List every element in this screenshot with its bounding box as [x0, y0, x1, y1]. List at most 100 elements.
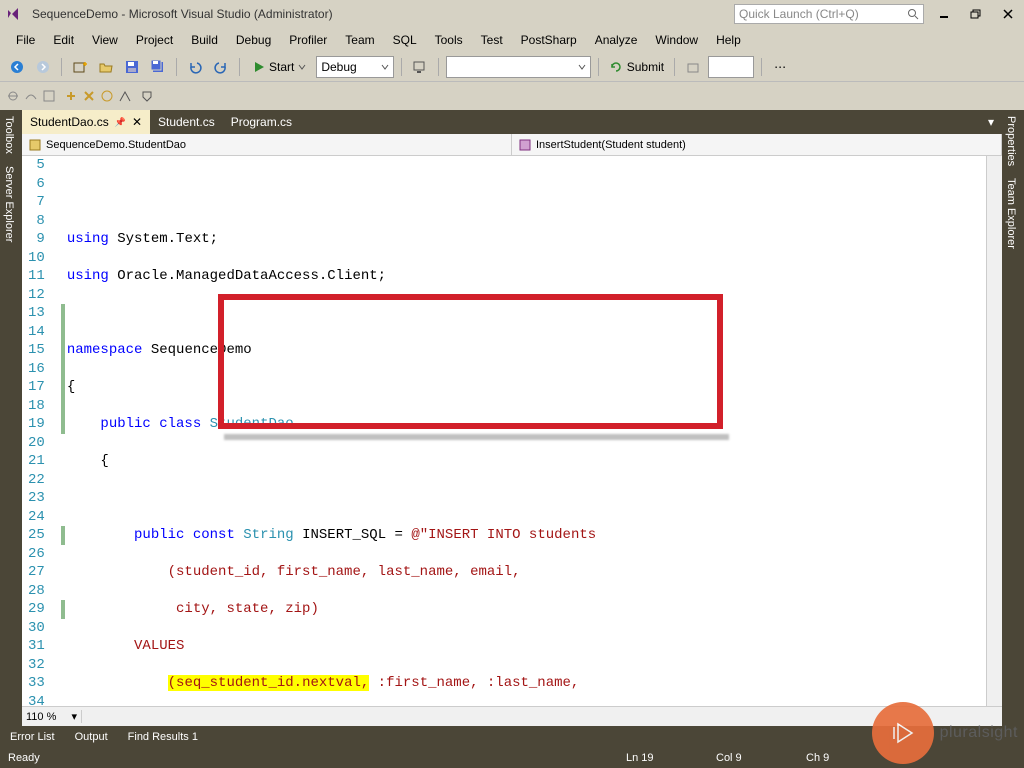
menu-profiler[interactable]: Profiler — [281, 31, 335, 49]
line-number: 20 — [28, 434, 45, 453]
menu-debug[interactable]: Debug — [228, 31, 279, 49]
start-button[interactable]: Start — [247, 56, 312, 78]
member-scope-dropdown[interactable]: InsertStudent(Student student) — [512, 134, 1002, 155]
chevron-down-icon — [578, 63, 586, 71]
line-number: 30 — [28, 619, 45, 638]
t2-btn-4[interactable] — [64, 89, 78, 103]
menu-test[interactable]: Test — [473, 31, 511, 49]
zoom-dropdown[interactable]: 110 % ▾ — [22, 710, 82, 723]
save-all-button[interactable] — [147, 56, 169, 78]
open-file-button[interactable] — [95, 56, 117, 78]
nav-back-button[interactable] — [6, 56, 28, 78]
nav-fwd-button[interactable] — [32, 56, 54, 78]
member-scope-label: InsertStudent(Student student) — [536, 139, 686, 151]
line-number: 12 — [28, 286, 45, 305]
t2-btn-8[interactable] — [140, 89, 154, 103]
refresh-icon — [609, 60, 623, 74]
line-number: 15 — [28, 341, 45, 360]
tab-studentdao-cs[interactable]: StudentDao.cs 📌 ✕ — [22, 110, 150, 134]
line-number: 16 — [28, 360, 45, 379]
code-editor[interactable]: using System.Text; using Oracle.ManagedD… — [63, 156, 986, 706]
sidebar-server-explorer[interactable]: Server Explorer — [0, 160, 18, 248]
pluralsight-play-icon — [872, 702, 934, 764]
minimize-button[interactable] — [932, 4, 956, 24]
chevron-down-icon — [298, 63, 306, 71]
menu-build[interactable]: Build — [183, 31, 226, 49]
redo-button[interactable] — [210, 56, 232, 78]
line-number: 31 — [28, 637, 45, 656]
menu-view[interactable]: View — [84, 31, 126, 49]
line-number: 26 — [28, 545, 45, 564]
window-title: SequenceDemo - Microsoft Visual Studio (… — [32, 7, 333, 21]
bottom-tab-error-list[interactable]: Error List — [0, 728, 65, 746]
menu-team[interactable]: Team — [337, 31, 382, 49]
tab-program-cs[interactable]: Program.cs — [223, 110, 300, 134]
pin-icon: 📌 — [115, 117, 126, 128]
highlight-box-shadow — [224, 434, 729, 440]
scope-input[interactable] — [708, 56, 754, 78]
sidebar-team-explorer[interactable]: Team Explorer — [1002, 172, 1020, 255]
t2-btn-3[interactable] — [42, 89, 56, 103]
start-label: Start — [269, 60, 294, 74]
pluralsight-label: pluralsight — [940, 724, 1018, 742]
tab-student-cs[interactable]: Student.cs — [150, 110, 223, 134]
sidebar-toolbox[interactable]: Toolbox — [0, 110, 18, 160]
menu-sql[interactable]: SQL — [385, 31, 425, 49]
play-icon — [253, 61, 265, 73]
submit-button[interactable]: Submit — [606, 56, 667, 78]
sidebar-properties[interactable]: Properties — [1002, 110, 1020, 172]
quick-launch-input[interactable]: Quick Launch (Ctrl+Q) — [734, 4, 924, 24]
chevron-down-icon — [381, 63, 389, 71]
menu-project[interactable]: Project — [128, 31, 181, 49]
tab-label: Student.cs — [158, 115, 215, 129]
line-number: 19 — [28, 415, 45, 434]
menu-tools[interactable]: Tools — [427, 31, 471, 49]
status-col: Col 9 — [716, 752, 806, 764]
menu-help[interactable]: Help — [708, 31, 749, 49]
save-button[interactable] — [121, 56, 143, 78]
config-dropdown[interactable]: Debug — [316, 56, 393, 78]
platform-button[interactable] — [409, 56, 431, 78]
class-icon — [28, 138, 42, 152]
tab-label: StudentDao.cs — [30, 115, 109, 129]
class-scope-label: SequenceDemo.StudentDao — [46, 139, 186, 151]
zoom-value: 110 % — [26, 711, 56, 723]
class-scope-dropdown[interactable]: SequenceDemo.StudentDao — [22, 134, 512, 155]
line-number: 33 — [28, 674, 45, 693]
tabs-dropdown-icon[interactable]: ▾ — [980, 110, 1002, 134]
line-number: 29 — [28, 600, 45, 619]
menu-edit[interactable]: Edit — [45, 31, 82, 49]
t2-btn-2[interactable] — [24, 89, 38, 103]
line-number: 27 — [28, 563, 45, 582]
t2-btn-1[interactable] — [6, 89, 20, 103]
close-button[interactable] — [996, 4, 1020, 24]
t2-btn-5[interactable] — [82, 89, 96, 103]
menu-file[interactable]: File — [8, 31, 43, 49]
overflow-button[interactable]: ⋯ — [769, 56, 791, 78]
vs-logo-icon — [4, 4, 24, 24]
bottom-tab-output[interactable]: Output — [65, 728, 118, 746]
find-dropdown[interactable] — [446, 56, 591, 78]
t2-btn-7[interactable] — [118, 89, 132, 103]
line-number: 25 — [28, 526, 45, 545]
menu-window[interactable]: Window — [647, 31, 706, 49]
restore-button[interactable] — [964, 4, 988, 24]
new-project-button[interactable] — [69, 56, 91, 78]
status-ready: Ready — [8, 752, 40, 764]
menu-analyze[interactable]: Analyze — [587, 31, 646, 49]
menu-postsharp[interactable]: PostSharp — [513, 31, 585, 49]
line-number: 10 — [28, 249, 45, 268]
t2-btn-6[interactable] — [100, 89, 114, 103]
line-number: 14 — [28, 323, 45, 342]
status-line: Ln 19 — [626, 752, 716, 764]
bottom-tab-find-results-1[interactable]: Find Results 1 — [118, 728, 208, 746]
toolbox-button[interactable] — [682, 56, 704, 78]
undo-button[interactable] — [184, 56, 206, 78]
line-number: 13 — [28, 304, 45, 323]
line-number: 28 — [28, 582, 45, 601]
line-number: 9 — [28, 230, 45, 249]
config-label: Debug — [321, 60, 356, 74]
vertical-scrollbar[interactable] — [986, 156, 1002, 706]
close-icon[interactable]: ✕ — [132, 115, 142, 129]
line-number: 7 — [28, 193, 45, 212]
